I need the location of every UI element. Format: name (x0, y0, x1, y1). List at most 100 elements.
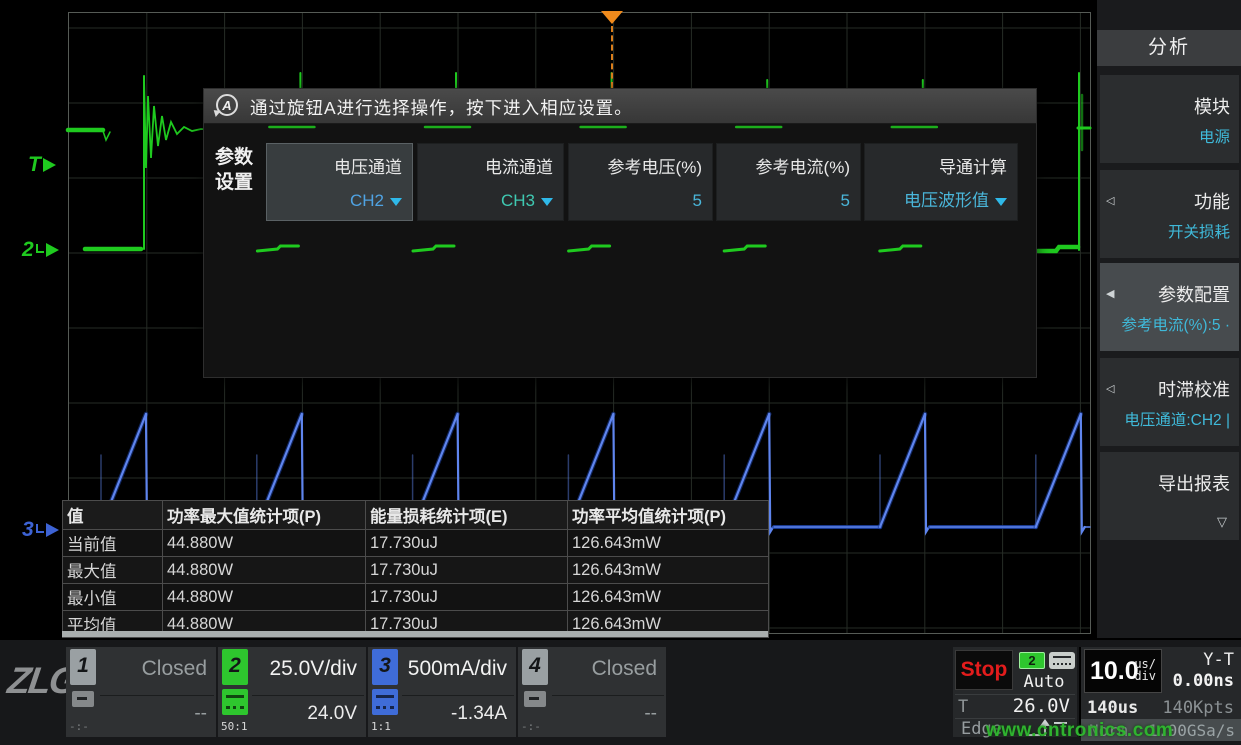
col-header: 能量损耗统计项(E) (366, 501, 568, 530)
dialog-header-text: 通过旋钮A进行选择操作，按下进入相应设置。 (250, 95, 633, 120)
coupling-off-icon (524, 691, 546, 707)
probe-ratio: -:- (69, 720, 89, 733)
sidebar-item-label: 模块 (1194, 93, 1230, 119)
trigger-position-line (611, 26, 613, 88)
conduction-calc-button[interactable]: 导通计算 电压波形值 (864, 143, 1018, 221)
button-label: 参考电流(%) (756, 153, 850, 178)
collapse-arrow-icon: ◁ (1106, 194, 1114, 207)
trigger-level-marker[interactable]: T (28, 153, 56, 177)
channel3-block[interactable]: 3 1:1 500mA/div -1.34A (368, 647, 516, 737)
channel1-block[interactable]: 1 -:- Closed -- (66, 647, 216, 737)
channel2-ground-marker[interactable]: 2 (22, 238, 59, 262)
table-scrollbar[interactable] (62, 631, 768, 637)
dropdown-arrow-icon (390, 198, 402, 206)
sidebar-item-label: 时滞校准 (1158, 376, 1230, 402)
cell: 17.730uJ (366, 530, 568, 557)
ground-step-icon (36, 244, 44, 253)
probe-ratio: -:- (521, 720, 541, 733)
channel3-badge: 3 (372, 649, 398, 685)
row-label: 最小值 (63, 584, 163, 611)
sidebar-item-value: 电压通道:CH2 | (1124, 408, 1230, 430)
table-row: 当前值 44.880W 17.730uJ 126.643mW (63, 530, 769, 557)
cell: 17.730uJ (366, 584, 568, 611)
current-channel-button[interactable]: 电流通道 CH3 (417, 143, 564, 221)
channel-offset: -- (194, 703, 207, 725)
probe-ratio: 50:1 (221, 720, 248, 733)
sidebar-item-deskew[interactable]: ◁ 时滞校准 电压通道:CH2 | (1100, 358, 1239, 446)
knob-a-icon: A (216, 94, 238, 116)
trigger-mode: Auto (1013, 672, 1075, 692)
coupling-off-icon (72, 691, 94, 707)
timebase-scale: 10.0 (1090, 657, 1139, 686)
expand-down-icon: ▽ (1217, 514, 1227, 530)
table-header-row: 值 功率最大值统计项(P) 能量损耗统计项(E) 功率平均值统计项(P) (63, 501, 769, 530)
sidebar-item-value: 开关损耗 (1168, 220, 1230, 242)
dropdown-arrow-icon (541, 198, 553, 206)
collapse-arrow-icon: ◁ (1106, 382, 1114, 395)
button-value: CH3 (501, 191, 553, 211)
channel2-block[interactable]: 2 50:1 25.0V/div 24.0V (218, 647, 366, 737)
ref-voltage-button[interactable]: 参考电压(%) 5 (568, 143, 713, 221)
button-label: 参考电压(%) (608, 153, 702, 178)
cell: 126.643mW (568, 584, 769, 611)
display-mode: Y-T (1203, 650, 1234, 670)
probe-ratio: 1:1 (371, 720, 391, 733)
trigger-position-icon[interactable] (601, 11, 623, 24)
sidebar-item-label: 功能 (1194, 188, 1230, 214)
knob-select-dialog: A 通过旋钮A进行选择操作，按下进入相应设置。 参数设置 电压通道 CH2 电流… (203, 88, 1037, 378)
cell: 44.880W (163, 557, 366, 584)
timebase-unit: us/div (1134, 658, 1156, 682)
statistics-table: 值 功率最大值统计项(P) 能量损耗统计项(E) 功率平均值统计项(P) 当前值… (62, 500, 769, 638)
channel-state: Closed (142, 657, 207, 681)
button-label: 电流通道 (485, 153, 553, 178)
sidebar-item-label: 导出报表 (1158, 470, 1230, 496)
channel3-ground-marker[interactable]: 3 (22, 518, 59, 542)
sidebar-item-value: 电源 (1199, 125, 1230, 147)
trigger-level-value: 26.0V (1013, 695, 1070, 717)
trigger-marker-label: T (28, 153, 41, 177)
button-label: 导通计算 (939, 153, 1007, 178)
sidebar-item-function[interactable]: ◁ 功能 开关损耗 (1100, 170, 1239, 258)
horizontal-delay: 0.00ns (1173, 671, 1234, 691)
menu-title: 分析 (1097, 30, 1241, 66)
dc-coupling-icon (372, 689, 398, 715)
channel-scale: 500mA/div (408, 657, 507, 681)
channel4-block[interactable]: 4 -:- Closed -- (518, 647, 666, 737)
analysis-menu: 分析 模块 电源 ◁ 功能 开关损耗 ◀ 参数配置 参考电流(%):5 · ◁ … (1097, 0, 1241, 745)
arrow-right-icon (46, 243, 59, 257)
arrow-right-icon (46, 523, 59, 537)
sidebar-item-parameter-config[interactable]: ◀ 参数配置 参考电流(%):5 · (1100, 263, 1239, 351)
trigger-source-badge: 2 (1019, 652, 1045, 669)
table-row: 最小值 44.880W 17.730uJ 126.643mW (63, 584, 769, 611)
table-row: 最大值 44.880W 17.730uJ 126.643mW (63, 557, 769, 584)
button-value: CH2 (350, 191, 402, 211)
channel-offset: -- (644, 703, 657, 725)
ref-current-button[interactable]: 参考电流(%) 5 (716, 143, 861, 221)
parameter-settings-label: 参数设置 (215, 145, 261, 195)
button-value: 电压波形值 (904, 186, 1007, 211)
collapse-arrow-icon: ◀ (1106, 287, 1114, 300)
channel2-marker-label: 2 (22, 238, 34, 262)
voltage-channel-button[interactable]: 电压通道 CH2 (266, 143, 413, 221)
run-state[interactable]: Stop (955, 650, 1013, 690)
col-header: 功率平均值统计项(P) (568, 501, 769, 530)
dc-coupling-icon (222, 689, 248, 715)
capture-window: 140us (1087, 698, 1138, 718)
row-label: 最大值 (63, 557, 163, 584)
channel-offset: -1.34A (451, 703, 507, 725)
col-header: 值 (63, 501, 163, 530)
arrow-right-icon (43, 158, 56, 172)
button-label: 电压通道 (334, 153, 402, 178)
sidebar-item-value: 参考电流(%):5 · (1121, 313, 1230, 335)
channel1-badge: 1 (70, 649, 96, 685)
oscilloscope-screen: T 2 3 A 通过旋钮A进行选择操作，按下进入相应设置。 参数设置 电压通道 … (0, 0, 1241, 745)
sidebar-item-module[interactable]: 模块 电源 (1100, 75, 1239, 163)
sidebar-item-export-report[interactable]: 导出报表 ▽ (1100, 452, 1239, 540)
channel-offset: 24.0V (307, 703, 357, 725)
ground-step-icon (36, 524, 44, 533)
trigger-level-label: T (958, 697, 968, 717)
timebase-scale-box[interactable]: 10.0 us/div (1084, 649, 1162, 693)
channel-scale: 25.0V/div (269, 657, 357, 681)
dropdown-arrow-icon (995, 198, 1007, 206)
col-header: 功率最大值统计项(P) (163, 501, 366, 530)
